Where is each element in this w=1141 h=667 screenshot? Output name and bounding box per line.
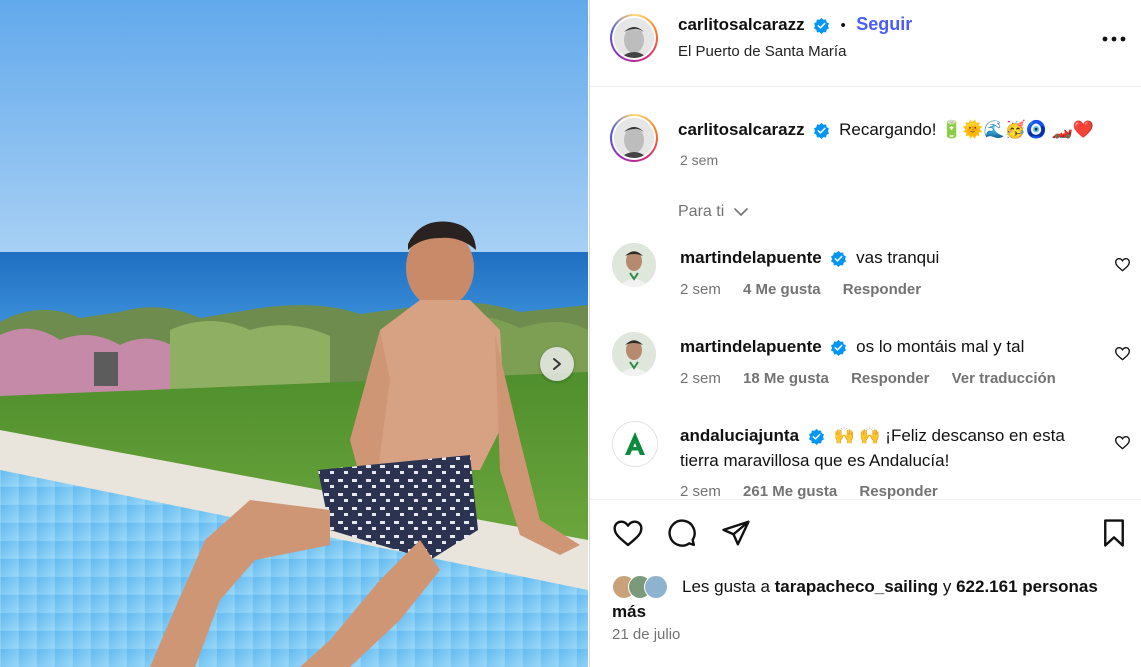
post-header: carlitosalcarazz • Seguir El Puerto de S… <box>590 0 1141 87</box>
comment-like-heart-icon[interactable] <box>1114 346 1131 361</box>
comment-time[interactable]: 2 sem <box>680 483 721 500</box>
author-username[interactable]: carlitosalcarazz <box>678 15 805 34</box>
post-photo[interactable] <box>0 0 588 667</box>
comment-avatar[interactable] <box>612 421 658 467</box>
bookmark-icon[interactable] <box>1100 518 1128 548</box>
verified-badge-icon <box>831 339 847 357</box>
likes-summary: Les gusta a tarapacheco_sailing y 622.16… <box>612 574 1132 624</box>
verified-badge-icon <box>814 122 830 140</box>
comment-username[interactable]: martindelapuente <box>680 248 822 267</box>
verified-badge-icon <box>808 428 824 446</box>
comment-time[interactable]: 2 sem <box>680 281 721 298</box>
comment-likes[interactable]: 4 Me gusta <box>743 281 821 298</box>
instagram-post-view: carlitosalcarazz • Seguir El Puerto de S… <box>0 0 1141 667</box>
for-you-filter[interactable]: Para ti <box>678 203 749 221</box>
more-options-icon[interactable] <box>1102 36 1126 42</box>
author-avatar[interactable] <box>610 14 658 62</box>
verified-badge-icon <box>814 18 830 35</box>
comment-like-heart-icon[interactable] <box>1114 435 1131 450</box>
post-side-panel: carlitosalcarazz • Seguir El Puerto de S… <box>589 0 1141 667</box>
comment-avatar-image <box>612 243 656 287</box>
carousel-next-button[interactable] <box>540 347 574 381</box>
comment-likes[interactable]: 261 Me gusta <box>743 483 837 500</box>
likes-user-link[interactable]: tarapacheco_sailing <box>775 577 938 596</box>
comment-translate-button[interactable]: Ver traducción <box>952 370 1056 387</box>
like-heart-icon[interactable] <box>612 518 644 548</box>
comment-text: vas tranqui <box>856 248 940 267</box>
caption-avatar-image <box>614 118 654 158</box>
comment-avatar[interactable] <box>612 243 656 287</box>
share-icon[interactable] <box>721 518 751 548</box>
comment-avatar-image <box>612 332 656 376</box>
follow-button[interactable]: Seguir <box>856 14 912 34</box>
comment-likes[interactable]: 18 Me gusta <box>743 370 829 387</box>
caption-username[interactable]: carlitosalcarazz <box>678 120 805 139</box>
for-you-label: Para ti <box>678 203 725 220</box>
actions-divider <box>590 499 1141 500</box>
comment-username[interactable]: martindelapuente <box>680 337 822 356</box>
post-location[interactable]: El Puerto de Santa María <box>678 43 846 60</box>
comment-text: os lo montáis mal y tal <box>856 337 1025 356</box>
author-avatar-image <box>614 18 654 58</box>
comment-icon[interactable] <box>667 518 697 548</box>
verified-badge-icon <box>831 250 847 268</box>
comment-reply-button[interactable]: Responder <box>859 483 937 500</box>
caption-time[interactable]: 2 sem <box>680 152 718 168</box>
caption-author-avatar[interactable] <box>610 114 658 162</box>
caption-text: Recargando! 🔋🌞🌊🥳🧿 🏎️❤️ <box>839 120 1095 139</box>
comment-reply-button[interactable]: Responder <box>843 281 921 298</box>
comment-time[interactable]: 2 sem <box>680 370 721 387</box>
comment-like-heart-icon[interactable] <box>1114 257 1131 272</box>
carousel-next-icon <box>553 358 561 370</box>
andalucia-logo <box>613 422 657 466</box>
likes-prefix: Les gusta a <box>682 577 770 596</box>
post-date[interactable]: 21 de julio <box>612 626 680 643</box>
chevron-down-icon <box>733 207 748 216</box>
comment-username[interactable]: andaluciajunta <box>680 426 799 445</box>
post-image <box>0 0 588 667</box>
comment-avatar[interactable] <box>612 332 656 376</box>
separator-dot: • <box>840 17 846 34</box>
comment-reply-button[interactable]: Responder <box>851 370 929 387</box>
likes-connector: y <box>942 577 952 596</box>
